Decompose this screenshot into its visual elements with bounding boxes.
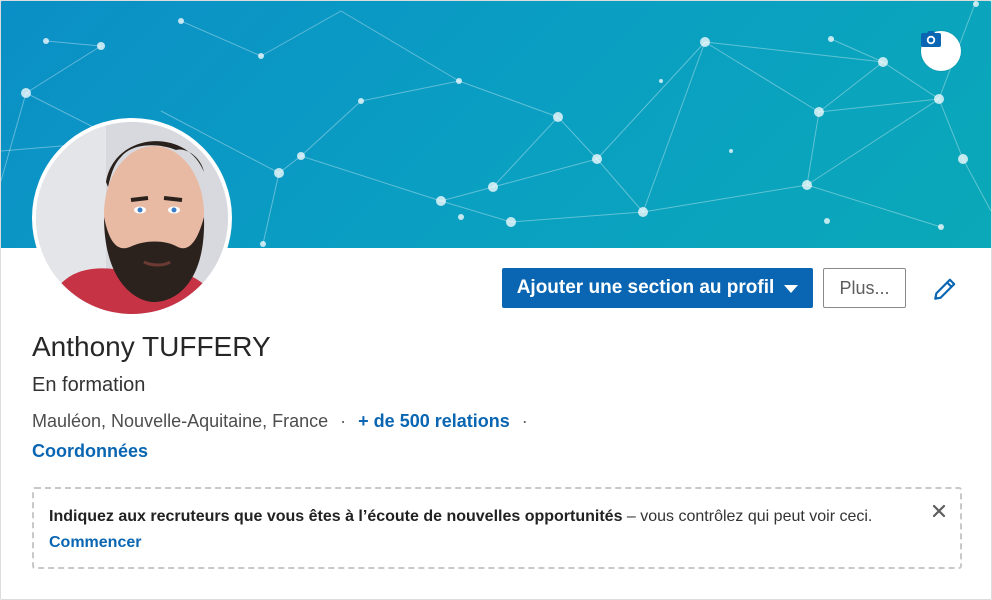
edit-intro-button[interactable] — [929, 273, 961, 305]
get-started-link[interactable]: Commencer — [49, 534, 141, 552]
profile-location: Mauléon, Nouvelle-Aquitaine, France — [32, 411, 329, 431]
profile-card: Ajouter une section au profil Plus... An… — [0, 0, 992, 600]
notice-rest-text: – vous contrôlez qui peut voir ceci. — [622, 508, 873, 525]
contact-info-link[interactable]: Coordonnées — [32, 441, 148, 462]
dismiss-notice-button[interactable] — [929, 501, 949, 521]
more-button[interactable]: Plus... — [823, 268, 906, 308]
location-line: Mauléon, Nouvelle-Aquitaine, France · + … — [32, 411, 540, 432]
caret-down-icon — [784, 285, 799, 293]
close-icon — [932, 504, 946, 518]
connections-link[interactable]: + de 500 relations — [358, 411, 510, 432]
add-section-label: Ajouter une section au profil — [516, 277, 775, 298]
separator: · — [340, 411, 347, 431]
open-to-opportunities-notice: Indiquez aux recruteurs que vous êtes à … — [32, 487, 962, 569]
notice-text: Indiquez aux recruteurs que vous êtes à … — [49, 508, 872, 526]
profile-headline: En formation — [32, 374, 146, 396]
pencil-icon — [934, 278, 956, 300]
separator: · — [521, 411, 528, 431]
edit-banner-button[interactable] — [921, 31, 961, 71]
notice-bold-text: Indiquez aux recruteurs que vous êtes à … — [49, 508, 623, 525]
avatar-image — [36, 122, 228, 314]
camera-icon — [921, 31, 941, 47]
add-profile-section-button[interactable]: Ajouter une section au profil — [502, 268, 813, 308]
profile-name: Anthony TUFFERY — [32, 331, 271, 362]
profile-photo[interactable] — [32, 118, 232, 318]
